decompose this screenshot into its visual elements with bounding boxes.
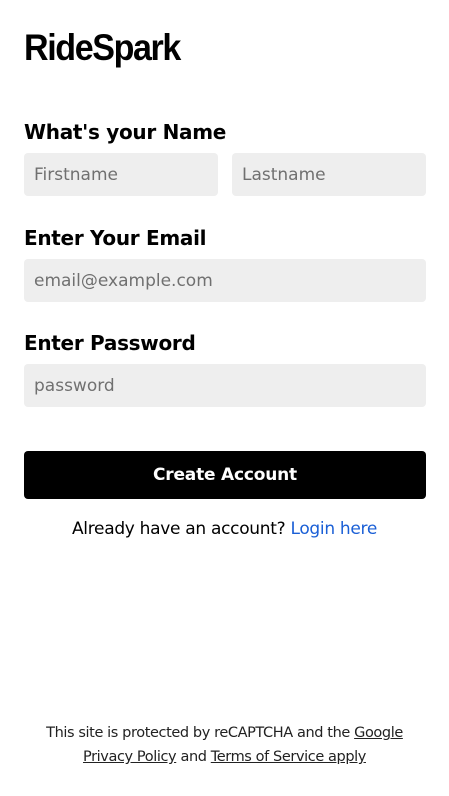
create-account-button[interactable]: Create Account: [24, 451, 426, 499]
and-text: and: [180, 749, 207, 765]
google-link[interactable]: Google: [354, 725, 403, 741]
password-input[interactable]: [24, 364, 426, 407]
password-label: Enter Password: [24, 331, 196, 355]
recaptcha-notice: This site is protected by reCAPTCHA and …: [30, 721, 419, 769]
login-prompt: Already have an account? Login here: [0, 517, 449, 541]
email-input[interactable]: [24, 259, 426, 302]
email-label: Enter Your Email: [24, 226, 207, 250]
login-prompt-text: Already have an account?: [71, 519, 286, 539]
brand-logo: RideSpark: [24, 27, 181, 68]
lastname-input[interactable]: [232, 153, 426, 196]
name-label: What's your Name: [24, 120, 227, 144]
recaptcha-text: This site is protected by reCAPTCHA and …: [46, 725, 350, 741]
terms-of-service-link[interactable]: Terms of Service apply: [211, 749, 367, 765]
privacy-policy-link[interactable]: Privacy Policy: [83, 749, 177, 765]
signup-page: RideSpark What's your Name Enter Your Em…: [0, 0, 449, 796]
firstname-input[interactable]: [24, 153, 218, 196]
login-link[interactable]: Login here: [290, 519, 377, 539]
